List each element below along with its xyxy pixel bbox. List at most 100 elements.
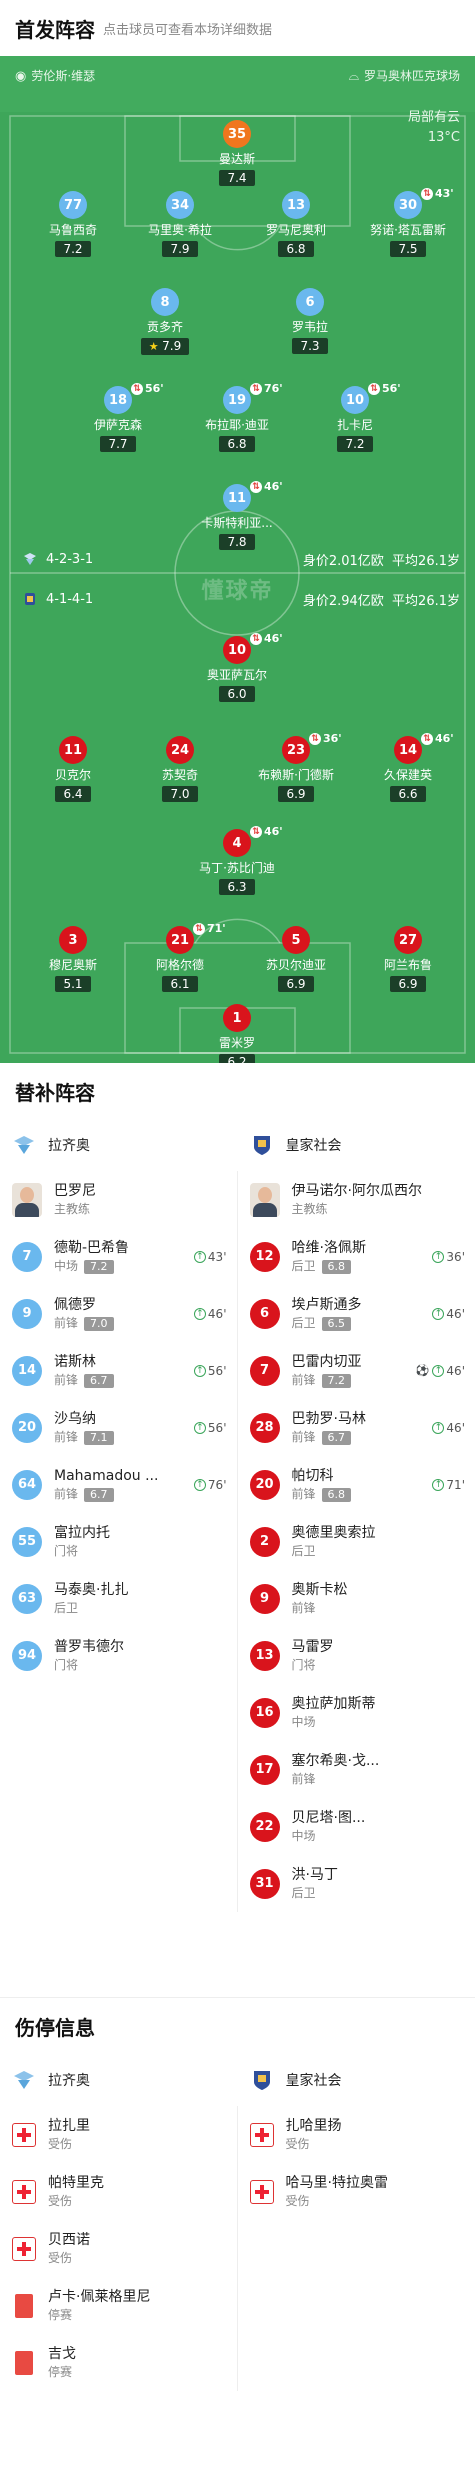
away-player[interactable]: 21 ⇅ 71' 阿格尔德 6.1 — [135, 922, 226, 992]
player-number-badge: 11 — [59, 736, 87, 764]
sub-number-badge: 9 — [249, 1583, 280, 1614]
home-player[interactable]: 30 ⇅ 43' 努诺·塔瓦雷斯 7.5 — [363, 187, 454, 257]
sub-player-row[interactable]: 22 贝尼塔·图... 中场 — [238, 1798, 475, 1855]
injury-player-name: 帕特里克 — [48, 2174, 104, 2191]
sub-player-row[interactable]: 9 佩德罗 前锋 7.0 ↑ 46' — [0, 1285, 237, 1342]
injury-away-team: 皇家社会 — [238, 2068, 475, 2092]
lineup-subtitle: 点击球员可查看本场详细数据 — [103, 22, 273, 38]
injury-row[interactable]: 卢卡·佩莱格里尼 停赛 — [0, 2277, 237, 2334]
player-rating-value: 6.9 — [286, 787, 306, 801]
home-player[interactable]: 13 罗马尼奥利 6.8 — [251, 191, 341, 257]
sub-position: 门将 — [291, 1657, 316, 1672]
home-player[interactable]: 19 ⇅ 76' 布拉耶·迪亚 6.8 — [192, 382, 283, 452]
sub-player-row[interactable]: 12 哈维·洛佩斯 后卫 6.8 ↑ 36' — [238, 1228, 475, 1285]
sub-player-row[interactable]: 13 马雷罗 门将 — [238, 1627, 475, 1684]
player-name: 马鲁西奇 — [48, 223, 97, 237]
coach-role: 主教练 — [54, 1201, 91, 1216]
player-rating: 7.2 — [337, 436, 373, 452]
away-player[interactable]: 24 苏契奇 7.0 — [135, 736, 225, 802]
away-player[interactable]: 3 穆尼奥斯 5.1 — [28, 926, 118, 992]
sub-player-row[interactable]: 31 洪·马丁 后卫 — [238, 1855, 475, 1912]
sub-player-row[interactable]: 55 富拉内托 门将 — [0, 1513, 237, 1570]
player-number: 10 — [345, 392, 365, 408]
sub-player-row[interactable]: 64 Mahamadou ... 前锋 6.7 ↑ 76' — [0, 1456, 237, 1513]
player-rating: 6.0 — [219, 686, 255, 702]
player-rating: 6.8 — [278, 241, 314, 257]
sub-name: 奥拉萨加斯蒂 — [291, 1695, 376, 1712]
player-number: 10 — [227, 642, 247, 658]
sub-number-badge: 16 — [249, 1697, 280, 1728]
sub-player-row[interactable]: 7 德勒-巴希鲁 中场 7.2 ↑ 43' — [0, 1228, 237, 1285]
player-name: 马里奥·希拉 — [148, 223, 212, 237]
injury-player-name: 卢卡·佩莱格里尼 — [48, 2288, 151, 2305]
coach-home[interactable]: 巴罗尼 主教练 — [0, 1171, 237, 1228]
away-player[interactable]: 10 ⇅ 46' 奥亚萨瓦尔 6.0 — [192, 632, 283, 702]
sub-player-row[interactable]: 6 埃卢斯通多 后卫 6.5 ↑ 46' — [238, 1285, 475, 1342]
away-player[interactable]: 5 苏贝尔迪亚 6.9 — [251, 926, 341, 992]
home-player[interactable]: 6 罗韦拉 7.3 — [265, 288, 355, 354]
sub-position: 前锋 — [54, 1372, 79, 1387]
sub-player-row[interactable]: 2 奥德里奥索拉 后卫 — [238, 1513, 475, 1570]
injury-header: 伤停信息 — [0, 1998, 475, 2054]
injury-player-name: 拉扎里 — [48, 2117, 90, 2134]
sub-player-row[interactable]: 17 塞尔希奥·戈... 前锋 — [238, 1741, 475, 1798]
coach-away[interactable]: 伊马诺尔·阿尔瓜西尔 主教练 — [238, 1171, 475, 1228]
sub-player-row[interactable]: 16 奥拉萨加斯蒂 中场 — [238, 1684, 475, 1741]
player-number: 6 — [305, 294, 315, 310]
injury-status: 停赛 — [48, 2364, 73, 2379]
sub-rating: 7.1 — [84, 1430, 114, 1445]
sub-time: 56' — [382, 382, 401, 395]
sub-player-row[interactable]: 28 巴勃罗·马林 前锋 6.7 ↑ 46' — [238, 1399, 475, 1456]
home-player[interactable]: 34 马里奥·希拉 7.9 — [135, 191, 225, 257]
home-player[interactable]: 18 ⇅ 56' 伊萨克森 7.7 — [73, 382, 164, 452]
player-number-badge: 11 ⇅ 46' — [223, 480, 283, 512]
whistle-icon: ◉ — [15, 68, 27, 84]
sub-player-row[interactable]: 7 巴雷内切亚 前锋 7.2 ⚽ ↑ 46' — [238, 1342, 475, 1399]
sub-player-row[interactable]: 14 诺斯林 前锋 6.7 ↑ 56' — [0, 1342, 237, 1399]
away-player[interactable]: 4 ⇅ 46' 马丁·苏比门迪 6.3 — [192, 825, 283, 895]
sub-player-row[interactable]: 94 普罗韦德尔 门将 — [0, 1627, 237, 1684]
home-player[interactable]: 8 贡多齐 ★ 7.9 — [120, 288, 210, 355]
injury-row[interactable]: 贝西诺 受伤 — [0, 2220, 237, 2277]
sub-player-row[interactable]: 20 帕切科 前锋 6.8 ↑ 71' — [238, 1456, 475, 1513]
coach-name: 巴罗尼 — [54, 1182, 96, 1199]
home-player[interactable]: 11 ⇅ 46' 卡斯特利亚... 7.8 — [192, 480, 283, 550]
real-sociedad-crest-icon — [22, 591, 38, 607]
away-player[interactable]: 11 贝克尔 6.4 — [28, 736, 118, 802]
injury-row[interactable]: 哈马里·特拉奥雷 受伤 — [238, 2163, 475, 2220]
injury-row[interactable]: 吉戈 停赛 — [0, 2334, 237, 2391]
away-player[interactable]: 14 ⇅ 46' 久保建英 6.6 — [363, 732, 454, 802]
sub-position: 中场 — [54, 1258, 79, 1273]
sub-time: 56' — [145, 382, 164, 395]
player-name: 雷米罗 — [218, 1036, 255, 1050]
sub-number-badge: 14 — [12, 1355, 42, 1386]
sub-time: 36' — [323, 732, 342, 745]
injury-status: 受伤 — [48, 2193, 73, 2208]
player-name: 伊萨克森 — [93, 418, 142, 432]
away-player[interactable]: 23 ⇅ 36' 布赖斯·门德斯 6.9 — [251, 732, 342, 802]
red-card-icon — [15, 2350, 33, 2375]
player-number: 4 — [232, 835, 242, 851]
away-player[interactable]: 1 雷米罗 6.2 — [192, 1004, 282, 1063]
player-number-badge: 27 — [394, 926, 422, 954]
away-player[interactable]: 27 阿兰布鲁 6.9 — [363, 926, 453, 992]
subs-away-team: 皇家社会 — [238, 1133, 475, 1157]
player-number: 24 — [170, 742, 190, 758]
home-formation-row: 4-2-3-1 身价2.01亿欧 平均26.1岁 — [22, 549, 460, 569]
sub-name: 马雷罗 — [291, 1638, 334, 1655]
home-player[interactable]: 77 马鲁西奇 7.2 — [28, 191, 118, 257]
injury-row[interactable]: 拉扎里 受伤 — [0, 2106, 237, 2163]
injury-row[interactable]: 扎哈里扬 受伤 — [238, 2106, 475, 2163]
sub-position: 前锋 — [54, 1486, 79, 1501]
player-name: 布拉耶·迪亚 — [205, 418, 269, 432]
injury-section: 伤停信息 拉齐奥 皇家社会 拉扎里 受伤 帕特里克 受伤 贝西诺 受伤 卢卡·佩莱格里尼 停赛… — [0, 1997, 475, 2391]
injury-row[interactable]: 帕特里克 受伤 — [0, 2163, 237, 2220]
sub-player-row[interactable]: 20 沙乌纳 前锋 7.1 ↑ 56' — [0, 1399, 237, 1456]
sub-player-row[interactable]: 63 马泰奥·扎扎 后卫 — [0, 1570, 237, 1627]
home-player[interactable]: 10 ⇅ 56' 扎卡尼 7.2 — [310, 382, 401, 452]
sub-position: 前锋 — [54, 1429, 79, 1444]
sub-player-row[interactable]: 9 奥斯卡松 前锋 — [238, 1570, 475, 1627]
sub-number-badge: 7 — [12, 1241, 42, 1272]
player-rating-value: 7.5 — [398, 242, 418, 256]
home-player[interactable]: 35 曼达斯 7.4 — [192, 120, 282, 186]
